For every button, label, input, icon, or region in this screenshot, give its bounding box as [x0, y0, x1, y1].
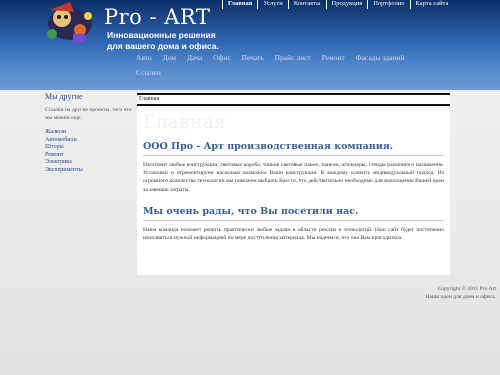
footer-tagline: Наши идеи для дома и офиса. [425, 294, 496, 300]
welcome-paragraph: Наша команда поможет решить практически … [143, 227, 444, 242]
sidebar-link-repair[interactable]: Ремонт [45, 152, 135, 160]
sidebar-link-cars[interactable]: Автомобили [45, 137, 135, 145]
logo-icon[interactable] [40, 0, 102, 46]
main-nav-repair[interactable]: Ремонт [322, 50, 345, 65]
heading-divider [143, 155, 444, 156]
top-nav-contacts[interactable]: Контакты [287, 0, 326, 9]
main-nav-facades[interactable]: Фасады зданий [356, 50, 405, 65]
main-nav: Авто Дом Дача Офис Печать Прайс лист Рем… [136, 50, 476, 80]
main-nav-auto[interactable]: Авто [136, 50, 152, 65]
top-nav-portfolio[interactable]: Портфолио [367, 0, 409, 9]
site-title[interactable]: Pro - ART [104, 5, 210, 29]
breadcrumb[interactable]: Главная [137, 95, 450, 106]
sidebar-link-electrics[interactable]: Электрика [45, 159, 135, 167]
main-nav-print[interactable]: Печать [242, 50, 264, 65]
copyright-text: Copyright © 2011 Pro Art [437, 286, 496, 292]
main-nav-links[interactable]: Ссылки [136, 65, 161, 80]
main-nav-dacha[interactable]: Дача [187, 50, 202, 65]
top-nav-products[interactable]: Продукция [325, 0, 368, 9]
site-slogan: Инновационные решения для вашего дома и … [107, 30, 219, 51]
top-nav: Главная Услуги Контакты Продукция Портфо… [222, 0, 453, 9]
heading-divider [143, 220, 444, 221]
sidebar-link-curtains[interactable]: Шторы [45, 144, 135, 152]
top-nav-home[interactable]: Главная [222, 0, 257, 9]
main-content: Главная Главная ООО Про - Арт производст… [137, 93, 450, 275]
top-nav-services[interactable]: Услуги [257, 0, 287, 9]
company-paragraph: Изготовит любые конструкции, световые ко… [143, 162, 444, 193]
welcome-heading: Мы очень рады, что Вы посетили нас. [143, 206, 359, 217]
company-heading: ООО Про - Арт производственная компания. [143, 141, 394, 152]
main-nav-pricelist[interactable]: Прайс лист [275, 50, 311, 65]
sidebar-link-blinds[interactable]: Жалюзи [45, 129, 135, 137]
main-nav-home[interactable]: Дом [163, 50, 176, 65]
sidebar: Мы другие Ссылки на другие проекты, того… [45, 92, 135, 174]
site-header: Pro - ART Инновационные решения для ваше… [0, 0, 500, 90]
sidebar-title: Мы другие [45, 92, 83, 101]
main-nav-office[interactable]: Офис [213, 50, 231, 65]
top-nav-sitemap[interactable]: Карта сайта [409, 0, 454, 9]
sidebar-text: Ссылки на другие проекты, того что мы мо… [45, 107, 132, 121]
sidebar-link-experiments[interactable]: Эксперименты [45, 167, 135, 175]
page-title: Главная [143, 111, 226, 133]
footer: Copyright © 2011 Pro Art Наши идеи для д… [425, 285, 496, 301]
